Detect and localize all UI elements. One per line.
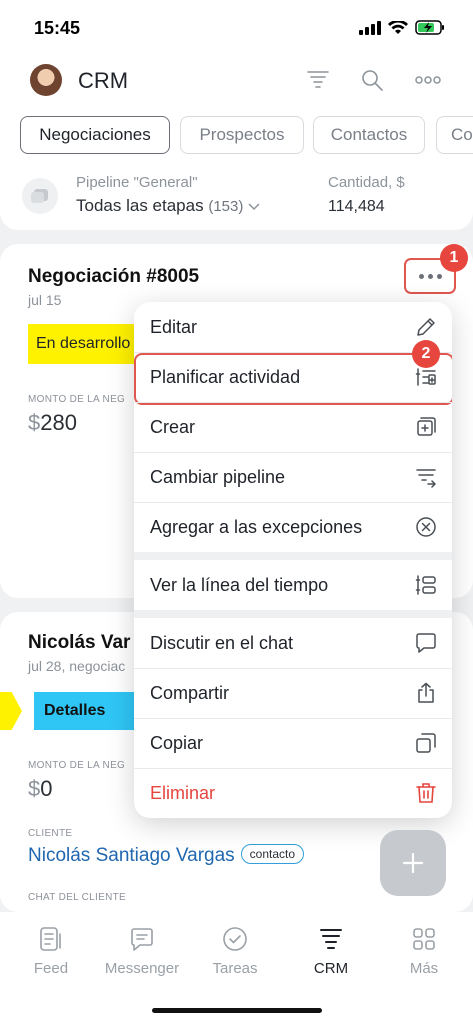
status-bar: 15:45 bbox=[0, 0, 473, 56]
amount-value: 114,484 bbox=[328, 198, 385, 215]
stage-count: (153) bbox=[208, 198, 244, 215]
menu-item-timeline[interactable]: Ver la línea del tiempo bbox=[134, 560, 452, 610]
crm-tabs: Negociaciones Prospectos Contactos Co bbox=[0, 104, 473, 164]
menu-item-label: Cambiar pipeline bbox=[150, 466, 286, 487]
page-title: CRM bbox=[78, 68, 129, 93]
nav-label: Feed bbox=[33, 960, 69, 977]
trash-icon bbox=[414, 781, 438, 805]
menu-item-delete[interactable]: Eliminar bbox=[134, 768, 452, 818]
pipeline-summary: Pipeline "General" Todas las etapas (153… bbox=[0, 164, 473, 230]
deal-title: Negociación #8005 bbox=[28, 266, 200, 287]
deal-amount: $0 bbox=[28, 776, 53, 802]
menu-item-share[interactable]: Compartir bbox=[134, 668, 452, 718]
nav-messenger[interactable]: Messenger bbox=[97, 926, 187, 977]
menu-item-add-exception[interactable]: Agregar a las excepciones bbox=[134, 502, 452, 552]
more-options-icon[interactable] bbox=[414, 66, 442, 94]
share-icon bbox=[414, 681, 438, 705]
client-caption: CLIENTE bbox=[28, 828, 73, 839]
search-icon[interactable] bbox=[358, 66, 386, 94]
menu-item-label: Planificar actividad bbox=[150, 366, 301, 387]
add-button[interactable] bbox=[380, 830, 446, 896]
status-time: 15:45 bbox=[34, 18, 81, 38]
wifi-icon bbox=[388, 20, 408, 34]
deal-date: jul 15 bbox=[28, 292, 62, 308]
deal-amount-value: 0 bbox=[40, 776, 53, 801]
menu-item-label: Eliminar bbox=[150, 782, 216, 803]
messenger-icon bbox=[131, 928, 153, 951]
pipeline-icon bbox=[22, 178, 58, 214]
dot-icon bbox=[418, 273, 424, 279]
menu-item-change-pipeline[interactable]: Cambiar pipeline bbox=[134, 452, 452, 502]
avatar[interactable] bbox=[30, 64, 62, 96]
previous-stage-arrow bbox=[0, 692, 22, 730]
plan-activity-icon bbox=[414, 365, 438, 389]
chat-icon bbox=[414, 631, 438, 655]
nav-tasks[interactable]: Tareas bbox=[190, 926, 280, 977]
client-chat-caption: CHAT DEL CLIENTE bbox=[28, 892, 126, 903]
battery-icon bbox=[415, 20, 444, 35]
deal-amount: $280 bbox=[28, 410, 77, 436]
menu-item-label: Ver la línea del tiempo bbox=[150, 574, 329, 595]
menu-item-copy[interactable]: Copiar bbox=[134, 718, 452, 768]
menu-item-create[interactable]: Crear bbox=[134, 402, 452, 452]
app-header: CRM bbox=[0, 56, 473, 104]
dot-icon bbox=[427, 273, 433, 279]
currency-symbol: $ bbox=[28, 776, 41, 801]
deal-context-menu: Editar Planificar actividad Crear Cambia… bbox=[134, 302, 452, 818]
deal-date: jul 28, negociac bbox=[28, 658, 126, 674]
dot-icon bbox=[436, 273, 442, 279]
tasks-icon bbox=[223, 927, 247, 951]
deal-title: Nicolás Var bbox=[28, 632, 131, 653]
signal-icon bbox=[359, 20, 381, 35]
menu-item-label: Agregar a las excepciones bbox=[150, 516, 363, 537]
nav-more[interactable]: Más bbox=[379, 926, 469, 977]
plus-icon bbox=[402, 852, 424, 874]
filter-icon[interactable] bbox=[304, 66, 332, 94]
menu-item-label: Copiar bbox=[150, 732, 204, 753]
amount-caption: MONTO DE LA NEG bbox=[28, 394, 126, 405]
home-indicator[interactable] bbox=[152, 1008, 322, 1013]
menu-item-label: Crear bbox=[150, 416, 196, 437]
nav-feed[interactable]: Feed bbox=[6, 926, 96, 977]
step-badge-2: 2 bbox=[412, 340, 440, 368]
tab-negociaciones[interactable]: Negociaciones bbox=[20, 116, 170, 154]
tab-contactos[interactable]: Contactos bbox=[313, 116, 425, 154]
more-grid-icon bbox=[413, 928, 435, 950]
crm-icon bbox=[320, 929, 342, 949]
amount-label: Cantidad, $ bbox=[328, 174, 405, 191]
stage-selector-label: Todas las etapas bbox=[76, 196, 204, 215]
deal-amount-value: 280 bbox=[40, 410, 77, 435]
menu-item-edit[interactable]: Editar bbox=[134, 302, 452, 352]
nav-label: Más bbox=[409, 960, 439, 977]
pencil-icon bbox=[414, 315, 438, 339]
timeline-icon bbox=[414, 573, 438, 597]
chevron-down-icon bbox=[248, 203, 260, 211]
step-badge-1: 1 bbox=[440, 244, 468, 272]
currency-symbol: $ bbox=[28, 410, 41, 435]
amount-caption: MONTO DE LA NEG bbox=[28, 760, 126, 771]
nav-label: Messenger bbox=[104, 960, 180, 977]
menu-item-label: Editar bbox=[150, 316, 198, 337]
nav-label: CRM bbox=[313, 960, 349, 977]
change-pipeline-icon bbox=[414, 465, 438, 489]
pipeline-label: Pipeline "General" bbox=[76, 174, 198, 191]
system-icons bbox=[359, 20, 445, 35]
client-type-tag: contacto bbox=[240, 844, 305, 864]
add-copy-icon bbox=[414, 415, 438, 439]
menu-item-chat[interactable]: Discutir en el chat bbox=[134, 618, 452, 668]
circle-x-icon bbox=[414, 515, 438, 539]
copy-icon bbox=[414, 731, 438, 755]
tab-companies[interactable]: Co bbox=[436, 116, 473, 154]
stage-selector[interactable]: Todas las etapas (153) bbox=[76, 196, 260, 216]
nav-crm[interactable]: CRM bbox=[286, 926, 376, 977]
client-name: Nicolás Santiago Vargas bbox=[28, 845, 235, 866]
feed-icon bbox=[40, 927, 61, 951]
nav-label: Tareas bbox=[212, 960, 258, 977]
menu-item-label: Compartir bbox=[150, 682, 230, 703]
menu-item-plan-activity[interactable]: Planificar actividad bbox=[134, 352, 452, 405]
tab-prospectos[interactable]: Prospectos bbox=[180, 116, 304, 154]
client-link[interactable]: Nicolás Santiago Vargas contacto bbox=[28, 844, 305, 867]
menu-item-label: Discutir en el chat bbox=[150, 632, 294, 653]
